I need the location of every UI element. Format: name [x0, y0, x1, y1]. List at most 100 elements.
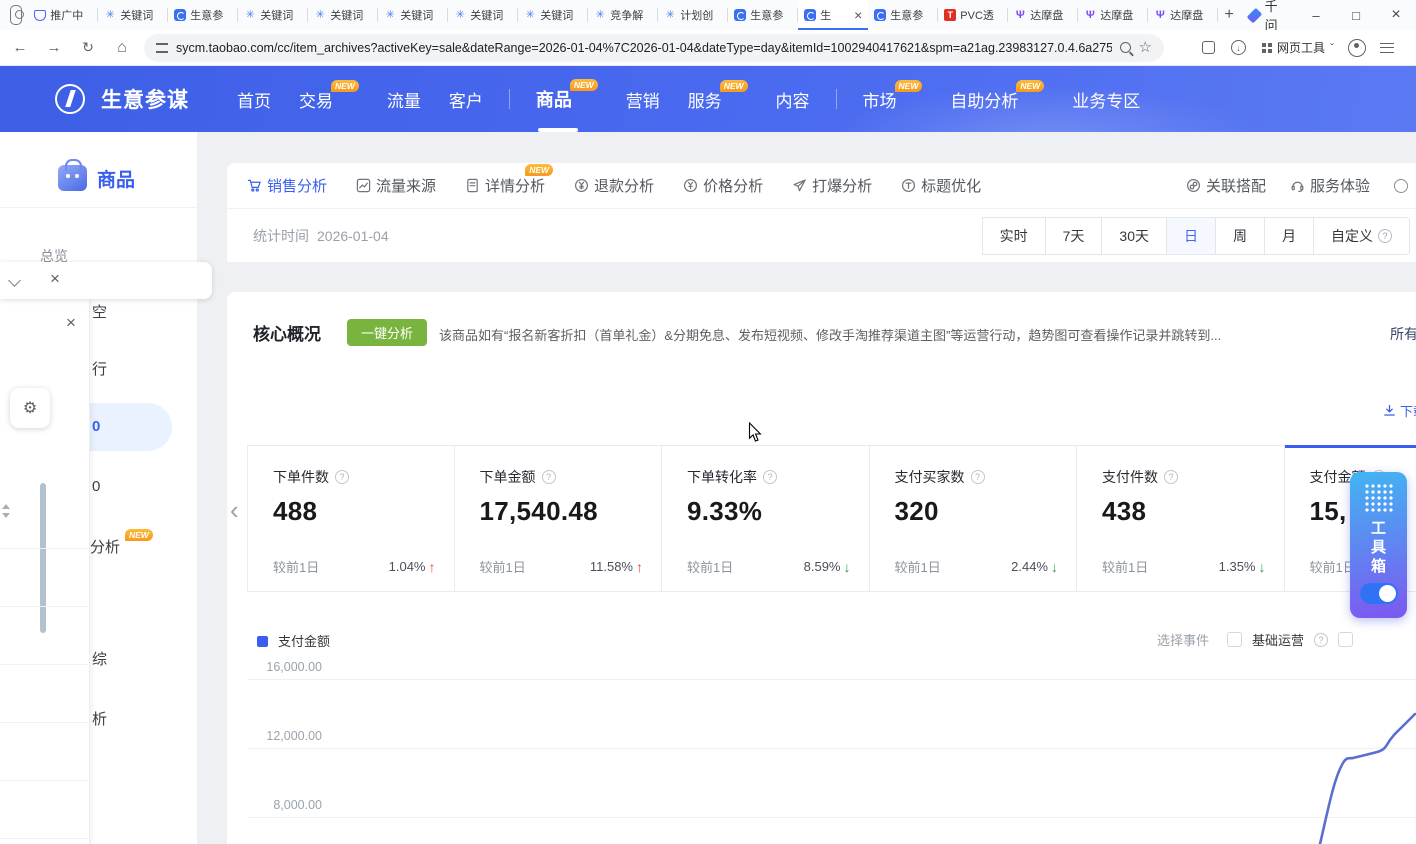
- extensions-icon[interactable]: [1202, 41, 1215, 54]
- settings-gear-icon[interactable]: [10, 388, 50, 428]
- browser-tab[interactable]: 生意参: [168, 0, 238, 30]
- nav-item-marketing[interactable]: 营销: [626, 87, 660, 112]
- date-range-button[interactable]: 周: [1215, 217, 1265, 255]
- nav-item-home[interactable]: 首页: [237, 87, 271, 112]
- sort-icon[interactable]: [2, 504, 10, 518]
- basic-ops-checkbox[interactable]: [1227, 632, 1242, 647]
- related-match-link[interactable]: 关联搭配: [1186, 175, 1266, 196]
- nav-item-self-analysis[interactable]: 自助分析NEW: [950, 87, 1044, 112]
- qianwen-assistant-button[interactable]: 千问: [1236, 0, 1296, 34]
- scrollbar-thumb[interactable]: [40, 483, 46, 633]
- tab-close-icon[interactable]: [854, 7, 862, 23]
- metric-card[interactable]: 下单转化率 9.33% 较前1日 8.59%: [662, 445, 870, 592]
- metric-card[interactable]: 下单件数 488 较前1日 1.04%: [247, 445, 455, 592]
- tab-search-icon[interactable]: [10, 5, 22, 25]
- browser-tab[interactable]: 达摩盘: [1148, 0, 1218, 30]
- nav-item-market[interactable]: 市场NEW: [863, 87, 923, 112]
- tab-sales-analysis[interactable]: 销售分析: [247, 175, 327, 196]
- metric-card[interactable]: 支付件数 438 较前1日 1.35%: [1077, 445, 1285, 592]
- date-range-button[interactable]: 自定义: [1313, 217, 1410, 255]
- date-range-button[interactable]: 月: [1264, 217, 1314, 255]
- help-icon[interactable]: [1164, 470, 1178, 484]
- downloads-icon[interactable]: [1231, 40, 1246, 55]
- home-icon[interactable]: [108, 34, 136, 62]
- browser-tab[interactable]: 推广中: [28, 0, 98, 30]
- nav-item-service[interactable]: 服务NEW: [688, 87, 748, 112]
- browser-tab[interactable]: 达摩盘: [1008, 0, 1078, 30]
- date-range-button[interactable]: 7天: [1045, 217, 1103, 255]
- nav-item-trade[interactable]: 交易NEW: [299, 87, 359, 112]
- site-settings-icon[interactable]: [156, 43, 168, 53]
- sidebar-item-fragment[interactable]: 行: [92, 358, 107, 379]
- clipped-menu-icon[interactable]: [1394, 179, 1408, 193]
- browser-tab[interactable]: 关键词: [308, 0, 378, 30]
- reload-icon[interactable]: [74, 34, 102, 62]
- forward-icon[interactable]: [40, 34, 68, 62]
- help-icon[interactable]: [763, 470, 777, 484]
- date-range-button[interactable]: 30天: [1101, 217, 1167, 255]
- webtools-menu[interactable]: 网页工具: [1262, 39, 1334, 56]
- url-text[interactable]: sycm.taobao.com/cc/item_archives?activeK…: [176, 41, 1112, 55]
- maximize-icon[interactable]: [1336, 0, 1376, 30]
- close-icon[interactable]: [66, 313, 76, 333]
- toolbox-toggle[interactable]: [1360, 583, 1398, 604]
- sidebar-item-fragment[interactable]: 综: [92, 648, 107, 669]
- browser-tab[interactable]: 计划创: [658, 0, 728, 30]
- new-tab-button[interactable]: [1222, 3, 1236, 27]
- metric-card[interactable]: 下单金额 17,540.48 较前1日 11.58%: [455, 445, 663, 592]
- tab-refund-analysis[interactable]: 退款分析: [574, 175, 654, 196]
- nav-item-traffic[interactable]: 流量: [387, 87, 421, 112]
- sidebar-item-fragment[interactable]: 析: [92, 708, 107, 729]
- tab-title-optimization[interactable]: 标题优化: [901, 175, 981, 196]
- second-event-checkbox[interactable]: [1338, 632, 1353, 647]
- browser-tab[interactable]: 关键词: [238, 0, 308, 30]
- sidebar-item-selected-pill[interactable]: [88, 403, 172, 451]
- back-icon[interactable]: [6, 34, 34, 62]
- help-icon[interactable]: [1314, 633, 1328, 647]
- legend-label[interactable]: 支付金额: [278, 631, 330, 650]
- help-icon[interactable]: [971, 470, 985, 484]
- date-range-button[interactable]: 日: [1166, 217, 1216, 255]
- cards-scroll-left-icon[interactable]: [230, 495, 239, 526]
- help-icon[interactable]: [335, 470, 349, 484]
- date-range-button[interactable]: 实时: [982, 217, 1046, 255]
- help-icon[interactable]: [542, 470, 556, 484]
- browser-tab[interactable]: 竞争解: [588, 0, 658, 30]
- sidebar-item-fragment-selected[interactable]: 0: [92, 418, 100, 435]
- stat-time-value[interactable]: 2026-01-04: [317, 228, 389, 244]
- browser-tab[interactable]: 关键词: [98, 0, 168, 30]
- nav-item-customer[interactable]: 客户: [449, 87, 483, 112]
- browser-tab[interactable]: 关键词: [378, 0, 448, 30]
- browser-tab[interactable]: 关键词: [518, 0, 588, 30]
- chevron-down-icon[interactable]: [8, 274, 21, 287]
- one-click-analyze-button[interactable]: 一键分析: [347, 319, 427, 346]
- sidebar-item-fragment[interactable]: 0: [92, 478, 100, 495]
- browser-tab[interactable]: 达摩盘: [1078, 0, 1148, 30]
- nav-item-business-zone[interactable]: 业务专区: [1072, 87, 1140, 112]
- close-window-icon[interactable]: [1376, 0, 1416, 30]
- browser-tab[interactable]: 关键词: [448, 0, 518, 30]
- sidebar-item-fragment[interactable]: 空: [92, 301, 107, 322]
- tab-explosive-analysis[interactable]: 打爆分析: [792, 175, 872, 196]
- nav-item-content[interactable]: 内容: [776, 87, 810, 112]
- download-link[interactable]: 下载: [1383, 401, 1416, 420]
- toolbox-widget[interactable]: 工具箱: [1350, 472, 1407, 618]
- nav-item-product[interactable]: 商品NEW: [536, 86, 598, 112]
- minimize-icon[interactable]: [1296, 0, 1336, 30]
- tab-price-analysis[interactable]: 价格分析: [683, 175, 763, 196]
- service-experience-link[interactable]: 服务体验: [1290, 175, 1370, 196]
- browser-tab[interactable]: 生意参: [728, 0, 798, 30]
- close-icon[interactable]: [50, 269, 60, 289]
- browser-menu-icon[interactable]: [1380, 43, 1394, 53]
- zoom-page-icon[interactable]: [1120, 42, 1131, 53]
- terminal-selector-clipped[interactable]: 所有: [1390, 324, 1416, 344]
- metric-card[interactable]: 支付买家数 320 较前1日 2.44%: [870, 445, 1078, 592]
- address-bar[interactable]: sycm.taobao.com/cc/item_archives?activeK…: [144, 34, 1164, 62]
- browser-tab[interactable]: 生意参: [868, 0, 938, 30]
- tab-traffic-source[interactable]: 流量来源: [356, 175, 436, 196]
- browser-tab[interactable]: 生: [798, 0, 868, 30]
- profile-avatar[interactable]: [1348, 39, 1366, 57]
- bookmark-star-icon[interactable]: [1139, 38, 1152, 57]
- sidebar-item-fragment[interactable]: 分析: [90, 536, 120, 557]
- browser-tab[interactable]: PVC透: [938, 0, 1008, 30]
